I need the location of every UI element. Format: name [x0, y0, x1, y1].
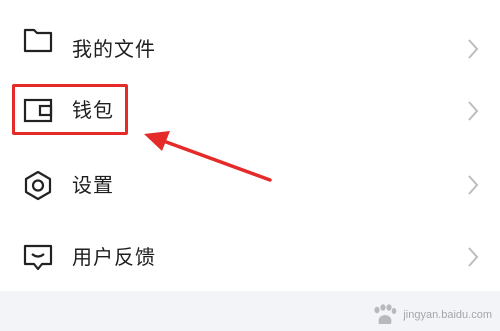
- chevron-right-icon: [468, 247, 479, 267]
- menu-item-label: 我的文件: [72, 37, 156, 61]
- chevron-right-icon: [468, 101, 479, 121]
- menu-item-my-files[interactable]: 我的文件: [0, 10, 500, 70]
- baidu-paw-logo-icon: [374, 304, 397, 324]
- watermark: jingyan.baidu.com: [371, 303, 492, 327]
- menu-item-feedback[interactable]: 用户反馈: [0, 227, 500, 287]
- annotation-arrow-icon: [144, 131, 272, 182]
- watermark-url: jingyan.baidu.com: [403, 309, 492, 321]
- feedback-message-icon: [23, 244, 53, 271]
- highlight-box: [12, 84, 128, 135]
- menu-item-label: 设置: [72, 173, 114, 197]
- menu-item-label: 用户反馈: [72, 245, 156, 269]
- footer-band: jingyan.baidu.com: [0, 291, 500, 331]
- folder-icon: [23, 28, 53, 53]
- settings-hexagon-icon: [24, 170, 52, 201]
- chevron-right-icon: [468, 175, 479, 195]
- chevron-right-icon: [468, 39, 479, 59]
